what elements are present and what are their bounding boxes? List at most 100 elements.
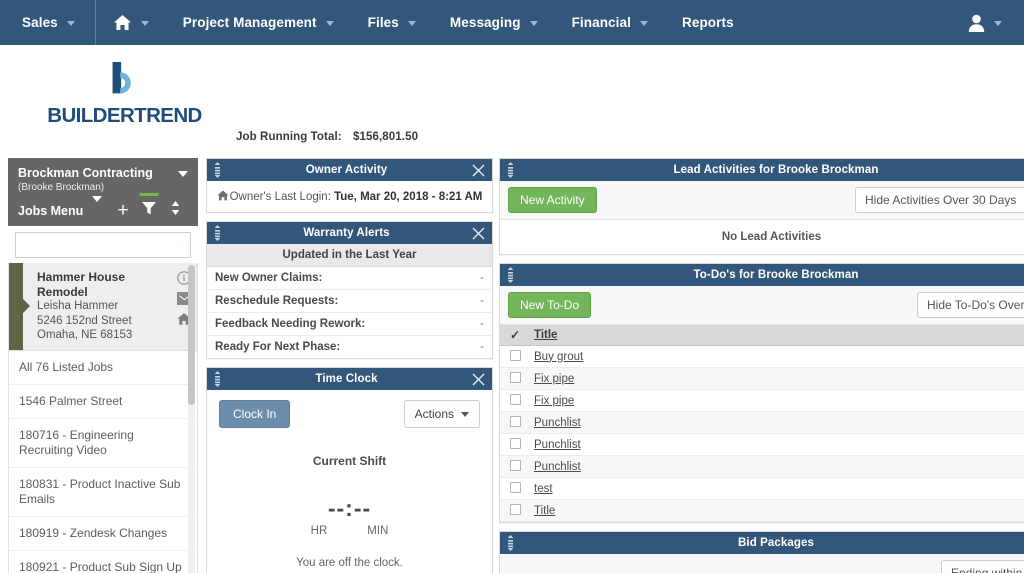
dashboard-body: Brockman Contracting (Brooke Brockman) J…: [0, 158, 1024, 573]
table-row[interactable]: test: [500, 477, 1024, 500]
clock-in-button[interactable]: Clock In: [219, 400, 291, 428]
todo-title-link[interactable]: Punchlist: [534, 439, 581, 451]
panel-title: Warranty Alerts: [303, 227, 390, 239]
todo-title-link[interactable]: Fix pipe: [534, 395, 574, 407]
warranty-alerts-panel: Warranty Alerts Updated in the Last Year…: [206, 221, 493, 359]
todo-checkbox[interactable]: [509, 482, 521, 493]
chevron-down-icon: [639, 21, 648, 26]
jobs-menu-chevron-down-icon[interactable]: [84, 195, 110, 220]
todos-column-priority[interactable]: Priority: [985, 325, 1024, 346]
warranty-alert-value: -: [480, 341, 484, 353]
company-chevron-down-icon[interactable]: [178, 171, 188, 177]
owner-activity-body: Owner's Last Login: Tue, Mar 20, 2018 - …: [207, 181, 492, 212]
job-list-item[interactable]: 180919 - Zendesk Changes: [9, 516, 197, 551]
search-input[interactable]: [23, 237, 182, 253]
warranty-alert-label: Feedback Needing Rework:: [215, 318, 366, 330]
todos-header: To-Do's for Brooke Brockman: [500, 264, 1024, 286]
sort-jobs-icon[interactable]: [162, 201, 188, 220]
table-row[interactable]: Buy grout: [500, 345, 1024, 368]
todo-checkbox[interactable]: [509, 460, 521, 471]
todo-title-link[interactable]: Punchlist: [534, 417, 581, 429]
time-clock-actions-button[interactable]: Actions: [403, 400, 480, 428]
bid-packages-panel: Bid Packages Ending within 7 No Bid Pack…: [499, 531, 1024, 573]
jobs-sidebar: Brockman Contracting (Brooke Brockman) J…: [8, 158, 198, 573]
close-icon[interactable]: [471, 226, 486, 241]
todo-checkbox[interactable]: [509, 416, 521, 427]
job-list-item[interactable]: All 76 Listed Jobs: [9, 350, 197, 385]
todo-checkbox[interactable]: [509, 394, 521, 405]
job-list-item[interactable]: 180716 - Engineering Recruiting Video: [9, 418, 197, 468]
close-icon[interactable]: [471, 163, 486, 178]
current-shift-label: Current Shift: [312, 454, 387, 468]
company-name: Brockman Contracting: [18, 166, 153, 180]
close-icon[interactable]: [471, 372, 486, 387]
todo-title-link[interactable]: Fix pipe: [534, 373, 574, 385]
drag-handle-icon[interactable]: [213, 161, 222, 179]
lead-activities-filter-select[interactable]: Hide Activities Over 30 Days: [855, 187, 1024, 213]
job-list-item[interactable]: 180921 - Product Sub Sign Up Tracking: [9, 550, 197, 573]
table-row[interactable]: Fix pipe: [500, 367, 1024, 390]
table-row[interactable]: Title: [500, 499, 1024, 522]
todos-select-all-checkbox-header[interactable]: ✓: [500, 325, 530, 346]
lead-activities-toolbar: New Activity Hide Activities Over 30 Day…: [500, 181, 1024, 220]
todo-title-link[interactable]: test: [534, 483, 553, 495]
todo-title-link[interactable]: Buy grout: [534, 351, 583, 363]
nav-item-reports[interactable]: Reports: [665, 0, 751, 45]
job-running-total: Job Running Total: $156,801.50: [236, 131, 418, 143]
todo-title-link[interactable]: Punchlist: [534, 461, 581, 473]
todo-title-link[interactable]: Title: [534, 505, 555, 517]
chevron-down-icon: [66, 21, 75, 26]
panel-title: Bid Packages: [738, 537, 814, 549]
actions-label: Actions: [414, 407, 454, 421]
company-user: (Brooke Brockman): [18, 182, 105, 193]
nav-item-label: Messaging: [449, 15, 521, 30]
drag-handle-icon[interactable]: [213, 370, 222, 388]
nav-item-user-menu[interactable]: [951, 0, 1024, 45]
todo-checkbox[interactable]: [509, 372, 521, 383]
filter-jobs-icon[interactable]: [136, 192, 162, 220]
hours-unit-label: HR: [310, 525, 328, 537]
owner-last-login-value: Tue, Mar 20, 2018 - 8:21 AM: [334, 191, 483, 203]
todo-priority: [985, 345, 1024, 368]
buildertrend-logo[interactable]: BUILDERTREND: [37, 62, 212, 128]
job-list-item[interactable]: 1546 Palmer Street: [9, 384, 197, 419]
selected-job-title: Hammer House Remodel: [37, 270, 126, 299]
todos-column-title[interactable]: Title: [530, 325, 985, 346]
new-activity-button[interactable]: New Activity: [508, 187, 597, 213]
warranty-alert-label: Ready For Next Phase:: [215, 341, 341, 353]
buildertrend-logo-mark: [37, 62, 212, 102]
todo-checkbox[interactable]: [509, 438, 521, 449]
table-row[interactable]: Fix pipe: [500, 389, 1024, 412]
jobs-list[interactable]: Hammer House Remodel Leisha Hammer 5246 …: [8, 263, 198, 573]
warranty-alert-value: -: [480, 295, 484, 307]
table-row[interactable]: Punchlist: [500, 455, 1024, 478]
table-row[interactable]: Punchlist: [500, 433, 1024, 456]
filter-active-indicator: [139, 192, 159, 196]
page-header: BUILDERTREND Job Running Total: $156,801…: [0, 45, 1024, 158]
drag-handle-icon[interactable]: [213, 224, 222, 242]
panel-title: Owner Activity: [305, 164, 388, 176]
job-search-box[interactable]: [15, 232, 191, 258]
todo-checkbox[interactable]: [509, 504, 521, 515]
jobs-list-scrollbar-thumb[interactable]: [188, 265, 195, 405]
nav-item-messaging[interactable]: Messaging: [433, 0, 555, 45]
table-row[interactable]: Punchlist: [500, 411, 1024, 434]
bid-packages-filter-select[interactable]: Ending within 7: [941, 560, 1024, 573]
todos-body: New To-Do Hide To-Do's Over 30 Days ✓ Ti…: [500, 286, 1024, 522]
drag-handle-icon[interactable]: [506, 266, 515, 284]
add-job-plus-icon[interactable]: +: [110, 201, 136, 220]
nav-item-sales[interactable]: Sales: [0, 0, 95, 45]
todo-checkbox[interactable]: [509, 350, 521, 361]
nav-item-files[interactable]: Files: [351, 0, 433, 45]
nav-item-home[interactable]: [96, 0, 166, 45]
job-list-item[interactable]: 180831 - Product Inactive Sub Emails: [9, 467, 197, 517]
drag-handle-icon[interactable]: [506, 534, 515, 552]
nav-item-project-management[interactable]: Project Management: [166, 0, 351, 45]
todo-priority: [985, 389, 1024, 412]
todos-filter-select[interactable]: Hide To-Do's Over 30 Days: [917, 292, 1024, 318]
warranty-alerts-subhead: Updated in the Last Year: [207, 244, 492, 267]
new-todo-button[interactable]: New To-Do: [508, 292, 592, 318]
nav-item-financial[interactable]: Financial: [555, 0, 665, 45]
drag-handle-icon[interactable]: [506, 161, 515, 179]
job-list-item-selected[interactable]: Hammer House Remodel Leisha Hammer 5246 …: [9, 263, 197, 351]
